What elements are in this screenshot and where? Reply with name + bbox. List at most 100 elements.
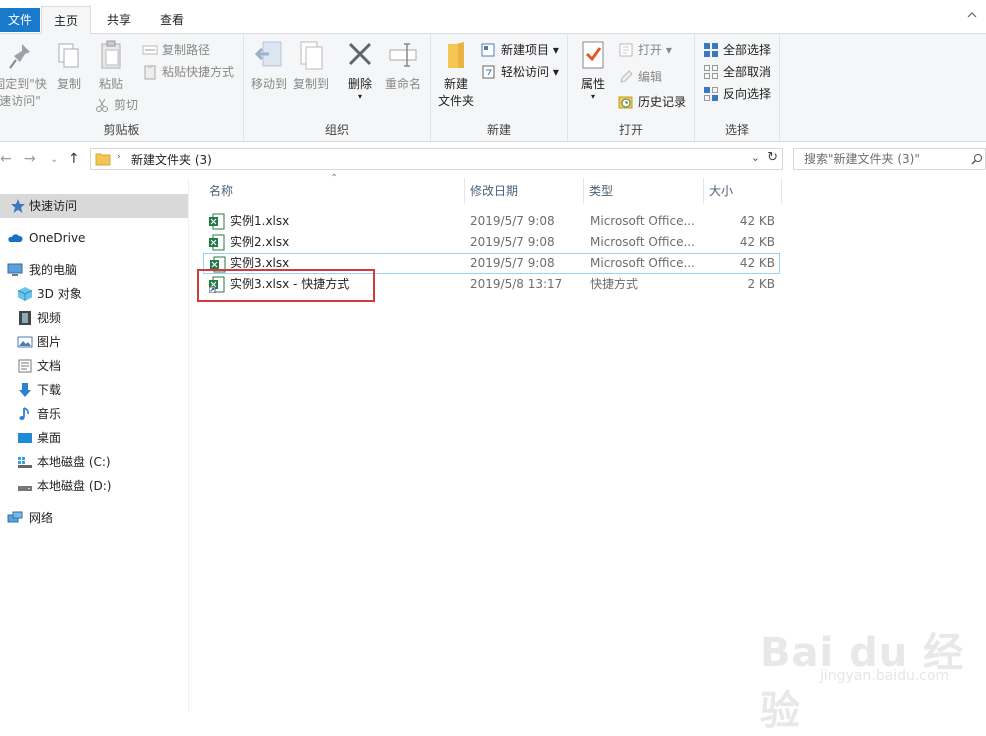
- pin-quick-access-button[interactable]: 固定到"快 速访问": [0, 38, 48, 110]
- tab-file[interactable]: 文件: [0, 8, 40, 32]
- nav-documents[interactable]: 文档: [0, 354, 188, 378]
- forward-arrow-icon[interactable]: →: [24, 151, 36, 167]
- column-header-type[interactable]: 类型: [583, 178, 703, 204]
- address-dropdown-icon[interactable]: ⌄: [751, 151, 760, 164]
- nav-label: 文档: [37, 359, 62, 373]
- breadcrumb-current[interactable]: 新建文件夹 (3): [131, 151, 212, 168]
- file-row[interactable]: 实例1.xlsx 2019/5/7 9:08 Microsoft Office.…: [203, 211, 780, 232]
- invert-selection-label: 反向选择: [723, 87, 772, 101]
- move-to-icon: [254, 41, 282, 67]
- nav-3d-objects[interactable]: 3D 对象: [0, 282, 188, 306]
- edit-label: 编辑: [638, 70, 663, 84]
- network-icon: [7, 511, 23, 523]
- nav-videos[interactable]: 视频: [0, 306, 188, 330]
- pin-label-1: 固定到"快: [0, 77, 47, 91]
- invert-selection-icon: [704, 87, 718, 101]
- breadcrumb-chevron-icon: ›: [117, 152, 121, 162]
- paste-label: 粘贴: [98, 77, 123, 91]
- invert-selection-button[interactable]: 反向选择: [703, 84, 771, 104]
- search-input[interactable]: 搜索"新建文件夹 (3)": [793, 148, 986, 170]
- delete-button[interactable]: 删除 ▾: [344, 38, 376, 101]
- paste-shortcut-icon: [144, 65, 156, 80]
- copy-label: 复制: [56, 77, 81, 91]
- nav-drive-d[interactable]: 本地磁盘 (D:): [0, 474, 188, 498]
- ribbon-collapse-chevron-icon[interactable]: [966, 10, 978, 22]
- new-folder-label-1: 新建: [443, 77, 468, 91]
- column-separator[interactable]: [781, 178, 782, 204]
- group-label-open: 打开: [618, 123, 643, 137]
- pin-label-2: 速访问": [0, 94, 41, 108]
- nav-label: 音乐: [37, 407, 62, 421]
- excel-file-icon: [209, 234, 225, 251]
- file-size: 42 KB: [739, 235, 775, 249]
- download-arrow-icon: [19, 383, 31, 397]
- paste-button[interactable]: 粘贴: [94, 38, 128, 93]
- copy-to-button[interactable]: 复制到: [292, 38, 330, 93]
- column-header-name[interactable]: 名称: [203, 178, 463, 204]
- nav-downloads[interactable]: 下载: [0, 378, 188, 402]
- nav-pictures[interactable]: 图片: [0, 330, 188, 354]
- column-header-date[interactable]: 修改日期: [464, 178, 582, 204]
- copy-button[interactable]: 复制: [52, 38, 86, 93]
- select-all-label: 全部选择: [723, 43, 772, 57]
- copy-icon: [58, 43, 79, 68]
- scissors-icon: [96, 98, 108, 112]
- file-type: Microsoft Office...: [590, 235, 695, 249]
- copy-to-label: 复制到: [292, 77, 329, 91]
- tab-view[interactable]: 查看: [148, 6, 196, 34]
- file-date: 2019/5/8 13:17: [470, 277, 563, 291]
- nav-label: OneDrive: [29, 231, 86, 245]
- nav-drive-c[interactable]: 本地磁盘 (C:): [0, 450, 188, 474]
- easy-access-button[interactable]: 轻松访问 ▾: [481, 62, 559, 82]
- move-to-label: 移动到: [250, 77, 287, 91]
- paste-shortcut-button[interactable]: 粘贴快捷方式: [142, 62, 234, 82]
- nav-label: 视频: [37, 311, 62, 325]
- new-item-label: 新建项目: [501, 43, 550, 57]
- file-name: 实例1.xlsx: [230, 214, 290, 228]
- move-to-button[interactable]: 移动到: [250, 38, 288, 93]
- new-folder-icon: [448, 42, 464, 68]
- nav-label: 快速访问: [29, 199, 78, 213]
- recent-chevron-icon[interactable]: ⌄: [50, 154, 58, 165]
- address-bar[interactable]: › 新建文件夹 (3) ⌄ ↻: [90, 148, 783, 170]
- navigation-pane: 快速访问 OneDrive 我的电脑 3D 对象 视频 图片 文档 下载 音乐 …: [0, 178, 189, 712]
- file-date: 2019/5/7 9:08: [470, 214, 555, 228]
- file-type: Microsoft Office...: [590, 256, 695, 270]
- file-name: 实例2.xlsx: [230, 235, 290, 249]
- file-size: 42 KB: [739, 214, 775, 228]
- star-icon: [11, 199, 25, 213]
- file-row[interactable]: 实例2.xlsx 2019/5/7 9:08 Microsoft Office.…: [203, 232, 780, 253]
- new-item-button[interactable]: 新建项目 ▾: [481, 40, 559, 60]
- tab-home[interactable]: 主页: [41, 6, 91, 34]
- cut-button[interactable]: 剪切: [94, 95, 138, 115]
- nav-quick-access[interactable]: 快速访问: [0, 194, 188, 218]
- cube-icon: [17, 287, 33, 301]
- nav-desktop[interactable]: 桌面: [0, 426, 188, 450]
- nav-this-pc[interactable]: 我的电脑: [0, 258, 188, 282]
- history-label: 历史记录: [638, 95, 687, 109]
- music-note-icon: [19, 407, 29, 420]
- column-header-size[interactable]: 大小: [703, 178, 781, 204]
- copy-path-button[interactable]: 复制路径: [142, 40, 210, 60]
- rename-label: 重命名: [384, 77, 421, 91]
- open-button[interactable]: 打开 ▾: [618, 40, 672, 60]
- film-icon: [19, 311, 31, 325]
- watermark-url: jingyan.baidu.com: [820, 668, 950, 684]
- up-arrow-icon[interactable]: ↑: [68, 151, 80, 167]
- nav-onedrive[interactable]: OneDrive: [0, 226, 188, 250]
- paste-shortcut-label: 粘贴快捷方式: [162, 65, 235, 79]
- nav-music[interactable]: 音乐: [0, 402, 188, 426]
- history-button[interactable]: 历史记录: [618, 92, 686, 112]
- group-select: 全部选择 全部取消 反向选择 选择: [695, 34, 780, 142]
- properties-button[interactable]: 属性 ▾: [576, 38, 610, 101]
- refresh-icon[interactable]: ↻: [767, 150, 778, 165]
- tab-share[interactable]: 共享: [94, 6, 144, 34]
- back-arrow-icon[interactable]: ←: [0, 151, 12, 167]
- new-folder-button[interactable]: 新建 文件夹: [435, 38, 477, 110]
- edit-pencil-icon: [620, 70, 633, 83]
- select-all-button[interactable]: 全部选择: [703, 40, 771, 60]
- select-none-button[interactable]: 全部取消: [703, 62, 771, 82]
- rename-button[interactable]: 重命名: [382, 38, 424, 93]
- nav-network[interactable]: 网络: [0, 506, 188, 530]
- edit-button[interactable]: 编辑: [618, 67, 662, 87]
